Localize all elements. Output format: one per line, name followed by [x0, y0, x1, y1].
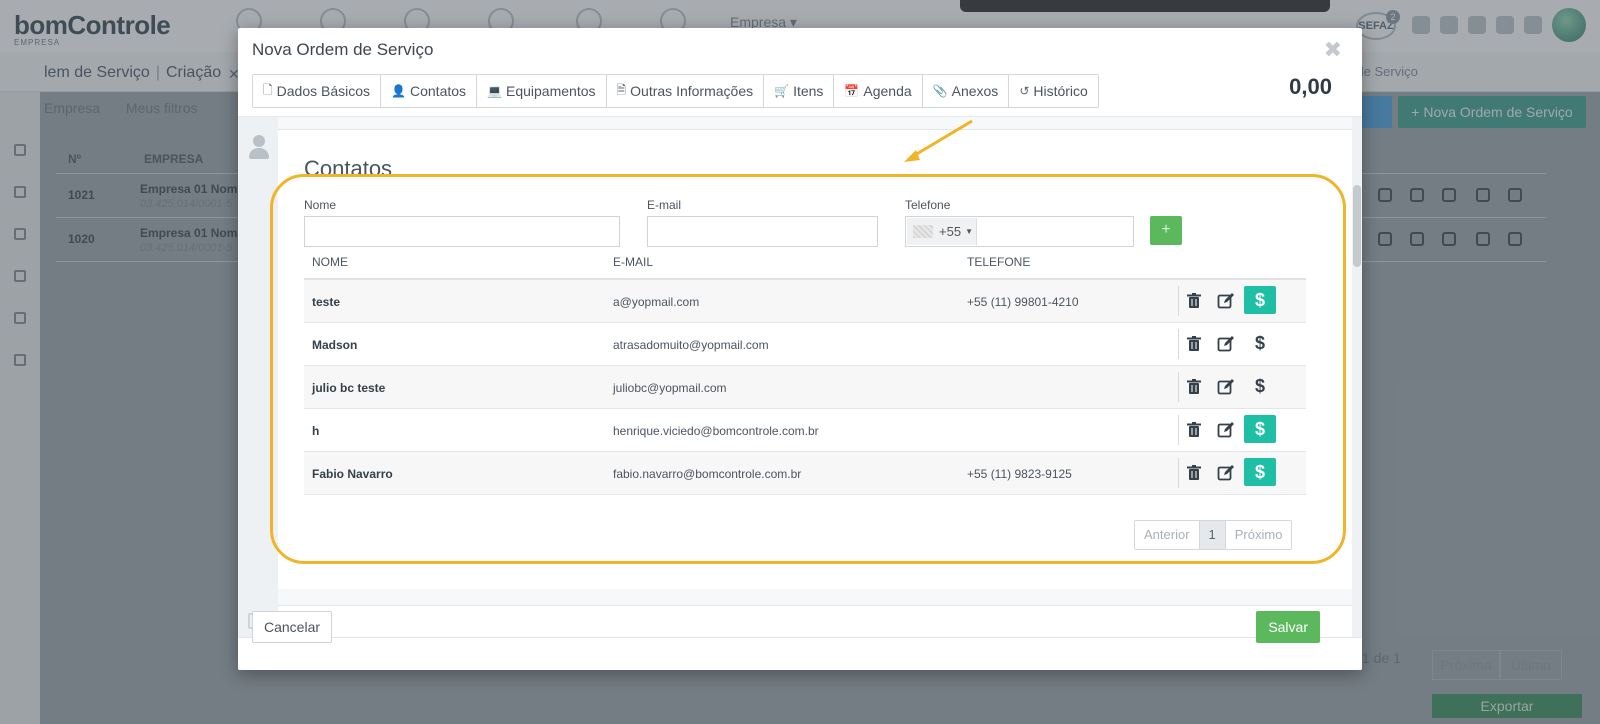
modal-tabs: 🗋 Dados Básicos 👤 Contatos 💻 Equipamentos 🗎…	[252, 74, 1099, 108]
contact-email: a@yopmail.com	[613, 295, 700, 309]
tab-label: Histórico	[1033, 83, 1088, 99]
tab-label: Outras Informações	[630, 83, 754, 99]
table-row: h henrique.viciedo@bomcontrole.com.br $	[304, 409, 1306, 452]
tab-dados-basicos[interactable]: 🗋 Dados Básicos	[253, 75, 382, 107]
modal-scroll-area[interactable]: Contatos Nome E-mail Telefone +55 ▼ + NO…	[238, 117, 1362, 637]
edit-icon[interactable]	[1216, 420, 1236, 440]
tab-outras-informacoes[interactable]: 🗎 Outras Informações	[606, 75, 765, 107]
new-service-order-modal: Nova Ordem de Serviço ✖ 🗋 Dados Básicos 👤…	[238, 28, 1362, 670]
phone-label: Telefone	[905, 198, 951, 212]
contacts-pagination: Anterior 1 Próximo	[1134, 520, 1293, 550]
flag-icon	[913, 225, 933, 238]
actions-divider	[1178, 286, 1179, 316]
country-code: +55	[939, 224, 962, 239]
tab-label: Equipamentos	[506, 83, 596, 99]
next-page-button[interactable]: Próximo	[1225, 521, 1292, 549]
billing-contact-toggle[interactable]: $	[1244, 329, 1276, 357]
tab-anexos[interactable]: 📎 Anexos	[922, 75, 1010, 107]
modal-title: Nova Ordem de Serviço	[252, 40, 434, 59]
trash-icon[interactable]	[1184, 334, 1204, 354]
table-row: Madson atrasadomuito@yopmail.com $	[304, 323, 1306, 366]
col-email: E-MAIL	[613, 255, 654, 269]
contact-name: julio bc teste	[312, 381, 386, 395]
table-row: teste a@yopmail.com +55 (11) 99801-4210 $	[304, 280, 1306, 323]
phone-field[interactable]: +55 ▼	[905, 216, 1134, 247]
edit-icon[interactable]	[1216, 291, 1236, 311]
cancel-button[interactable]: Cancelar	[252, 611, 333, 643]
caret-down-icon: ▼	[965, 227, 973, 236]
contact-name: Madson	[312, 338, 358, 352]
contact-email: henrique.viciedo@bomcontrole.com.br	[613, 424, 819, 438]
tab-label: Agenda	[863, 83, 912, 99]
name-label: Nome	[304, 198, 337, 212]
email-label: E-mail	[647, 198, 682, 212]
trash-icon[interactable]	[1184, 463, 1204, 483]
table-row: Fabio Navarro fabio.navarro@bomcontrole.c…	[304, 452, 1306, 495]
actions-divider	[1178, 458, 1179, 488]
trash-icon[interactable]	[1184, 377, 1204, 397]
contacts-rows: teste a@yopmail.com +55 (11) 99801-4210 $ Ma…	[304, 280, 1306, 495]
modal-footer	[238, 637, 1362, 670]
section-title: Contatos	[304, 156, 393, 181]
billing-contact-toggle[interactable]: $	[1244, 286, 1276, 314]
trash-icon[interactable]	[1184, 291, 1204, 311]
trash-icon[interactable]	[1184, 420, 1204, 440]
order-total: 0,00	[1289, 74, 1332, 99]
billing-contact-toggle[interactable]: $	[1244, 458, 1276, 486]
actions-divider	[1178, 372, 1179, 402]
calendar-icon: 📅	[844, 84, 860, 98]
edit-icon[interactable]	[1216, 334, 1236, 354]
tab-label: Dados Básicos	[276, 83, 371, 99]
contact-email: juliobc@yopmail.com	[613, 381, 727, 395]
table-row: julio bc teste juliobc@yopmail.com $	[304, 366, 1306, 409]
tab-label: Contatos	[410, 83, 467, 99]
tab-label: Anexos	[951, 83, 999, 99]
contact-name: teste	[312, 295, 341, 309]
col-phone: TELEFONE	[967, 255, 1031, 269]
name-input[interactable]	[304, 216, 620, 247]
close-icon[interactable]: ✖	[1324, 37, 1342, 63]
page-number-button[interactable]: 1	[1199, 521, 1226, 549]
tab-equipamentos[interactable]: 💻 Equipamentos	[477, 75, 607, 107]
contact-name: Fabio Navarro	[312, 467, 393, 481]
contacts-section-user-icon	[248, 135, 270, 163]
tab-historico[interactable]: ↺ Histórico	[1009, 75, 1098, 107]
billing-contact-toggle[interactable]: $	[1244, 372, 1276, 400]
contact-phone: +55 (11) 9823-9125	[967, 467, 1072, 481]
cart-icon: 🛒	[774, 84, 790, 98]
contact-name: h	[312, 424, 320, 438]
scroll-thumb[interactable]	[1353, 185, 1361, 267]
tab-contatos[interactable]: 👤 Contatos	[381, 75, 478, 107]
contacts-section: Contatos Nome E-mail Telefone +55 ▼ + NO…	[278, 129, 1354, 589]
email-input[interactable]	[647, 216, 878, 247]
modal-scrollbar[interactable]	[1352, 117, 1362, 637]
section-gutter	[238, 117, 278, 637]
country-code-select[interactable]: +55 ▼	[907, 218, 977, 245]
billing-contact-toggle[interactable]: $	[1244, 415, 1276, 443]
file-icon: 🗋	[263, 82, 273, 97]
edit-icon[interactable]	[1216, 377, 1236, 397]
actions-divider	[1178, 329, 1179, 359]
next-section	[278, 605, 1354, 637]
tab-itens[interactable]: 🛒 Itens	[764, 75, 835, 107]
laptop-icon: 💻	[487, 84, 502, 98]
add-contact-button[interactable]: +	[1150, 216, 1182, 245]
contact-email: fabio.navarro@bomcontrole.com.br	[613, 467, 802, 481]
prev-page-button[interactable]: Anterior	[1135, 521, 1200, 549]
history-icon: ↺	[1019, 84, 1030, 98]
contact-phone: +55 (11) 99801-4210	[967, 295, 1079, 309]
tab-label: Itens	[793, 83, 824, 99]
col-name: NOME	[312, 255, 348, 269]
contact-email: atrasadomuito@yopmail.com	[613, 338, 769, 352]
edit-icon[interactable]	[1216, 463, 1236, 483]
document-icon: 🗎	[616, 82, 627, 97]
contacts-table: NOME E-MAIL TELEFONE teste a@yopmail.com +…	[304, 246, 1306, 495]
contacts-table-header: NOME E-MAIL TELEFONE	[304, 246, 1306, 280]
attachment-icon: 📎	[932, 84, 948, 98]
actions-divider	[1178, 415, 1179, 445]
user-icon: 👤	[391, 84, 406, 98]
tab-agenda[interactable]: 📅 Agenda	[834, 75, 923, 107]
save-button[interactable]: Salvar	[1256, 611, 1320, 643]
